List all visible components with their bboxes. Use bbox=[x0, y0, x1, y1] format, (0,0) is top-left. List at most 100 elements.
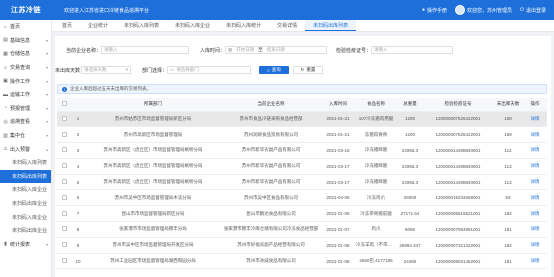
tab-unscanned-in-stats[interactable]: 未扫码入库统计 bbox=[218, 20, 269, 31]
row-checkbox-cell[interactable] bbox=[57, 174, 71, 191]
sidebar-subitem[interactable]: 未扫码入库企业 bbox=[0, 210, 51, 224]
checkbox[interactable] bbox=[61, 242, 67, 248]
checkbox[interactable] bbox=[61, 179, 67, 185]
checkbox[interactable] bbox=[61, 115, 67, 121]
table-cell: 苏州市新华农副产品有限公司 bbox=[221, 158, 321, 175]
sidebar-subitem[interactable]: 未扫码出库企业 bbox=[0, 197, 51, 211]
table-row[interactable]: 1 苏州市姑苏区市场监督管理局新区分局 苏州市食品冷链采购食品经营部 2021-01-… bbox=[57, 111, 547, 128]
row-checkbox-cell[interactable] bbox=[57, 221, 71, 238]
table-cell: 22956.3 bbox=[397, 158, 423, 175]
table-header-row: 所属部门 当前企业名称 入库时间 食品名称 总重量 检验检疫证号 未出库天数 操… bbox=[57, 98, 547, 112]
app-logo[interactable]: 江苏冷链 bbox=[0, 5, 52, 15]
tab-company-stats[interactable]: 企业统计 bbox=[80, 20, 116, 31]
sidebar-item-forecast[interactable]: ◔ 预报管理 ▾ bbox=[0, 102, 51, 116]
select-all-header[interactable] bbox=[57, 98, 71, 112]
search-icon: ⌕ bbox=[267, 67, 270, 73]
table-row[interactable]: 6 苏州市吴中区市场监督管理局木渎分局 苏州市吴中区食品有限公司 2021-04-06… bbox=[57, 189, 547, 207]
checkbox[interactable] bbox=[61, 226, 67, 232]
table-cell: 苏州工业园区市场监督管理局湖西和园分局 bbox=[85, 253, 221, 270]
table-cell: 26994.347 bbox=[397, 237, 423, 254]
cert-input[interactable]: 请输入 bbox=[371, 46, 453, 54]
table-cell: 10 bbox=[71, 253, 85, 270]
tab-unscanned-out-list[interactable]: 未扫码出库列表 bbox=[305, 20, 357, 31]
checkbox[interactable] bbox=[61, 194, 67, 200]
tab-home[interactable]: 首页 bbox=[54, 20, 80, 31]
logout-button[interactable]: ⏻ 退出登录 bbox=[520, 7, 546, 14]
tab-unscanned-in-list[interactable]: 未扫码入库列表 bbox=[116, 20, 167, 31]
sidebar-subitem[interactable]: 未扫码入库列表 bbox=[0, 156, 51, 170]
table-cell: 苏州市姑苏区市场监督管理局新区分局 bbox=[85, 111, 221, 128]
table-row[interactable]: 7 昆山市市场监督管理局新区分局 昆山市鹏达食品有限公司 2021-01-06 冷冻带骨… bbox=[57, 205, 547, 223]
table-row[interactable]: 8 张家港市市场监督管理局锦丰分局 张家港市锦丰冷库仓储有限公司冷冻食品经营部 202… bbox=[57, 221, 547, 238]
row-checkbox-cell[interactable] bbox=[57, 158, 71, 175]
table-cell: 26000 bbox=[397, 189, 423, 207]
row-checkbox-cell[interactable] bbox=[57, 237, 71, 254]
checkbox[interactable] bbox=[61, 101, 67, 107]
chevron-down-icon: ▾ bbox=[45, 92, 48, 98]
company-input[interactable]: 请输入 bbox=[101, 46, 189, 54]
sidebar-subitem[interactable]: 未扫码出库企业 bbox=[0, 224, 51, 238]
tab-bar: 首页 企业统计 未扫码入库列表 未扫码入库企业 未扫码入库统计 交易详情 未扫码… bbox=[52, 20, 554, 32]
row-checkbox-cell[interactable] bbox=[57, 189, 71, 207]
table-row[interactable]: 9 苏州市吴中区市场监督管理局开发区分局 苏州市好福农副产品经营有限公司 2021-0… bbox=[57, 237, 547, 254]
table-row[interactable]: 2 苏州市高新区市场监督管理局 苏州润硕食品贸易有限公司 2021-01-21 冻猪肉脊… bbox=[57, 126, 547, 144]
table-cell: 苏州市吴中区市场监督管理局开发区分局 bbox=[85, 237, 221, 254]
sidebar-item-basic-info[interactable]: ▤ 基础信息 ▾ bbox=[0, 34, 51, 48]
checkbox[interactable] bbox=[61, 163, 67, 169]
checkbox[interactable] bbox=[61, 210, 67, 216]
table-cell: 8 bbox=[71, 221, 85, 238]
search-button[interactable]: ⌕ 查询 bbox=[259, 66, 289, 74]
table-cell: 冷冻猪蹄膀 bbox=[355, 174, 397, 191]
table-row[interactable]: 5 苏州市高新区（虎丘区）市场监督管理局枫桥分局 苏州市新华农副产品有限公司 2021… bbox=[57, 174, 547, 191]
detail-link[interactable]: 详情 bbox=[523, 221, 547, 238]
table-cell: 张家港市市场监督管理局锦丰分局 bbox=[85, 221, 221, 238]
tab-trade-detail[interactable]: 交易详情 bbox=[269, 20, 305, 31]
dept-select[interactable]: ▭ 请选择部门 bbox=[167, 66, 251, 74]
sidebar-subitem-active[interactable]: 未扫码出库列表 bbox=[0, 169, 51, 184]
table-row[interactable]: 4 苏州市高新区（虎丘区）市场监督管理局枫桥分局 苏州市新华农副产品有限公司 2021… bbox=[57, 158, 547, 175]
info-icon: i bbox=[62, 86, 67, 92]
detail-link[interactable]: 详情 bbox=[523, 237, 547, 254]
row-checkbox-cell[interactable] bbox=[57, 126, 71, 144]
sidebar-item-statistics[interactable]: ▮ 统计报表 ▾ bbox=[0, 238, 51, 252]
checkbox[interactable] bbox=[61, 131, 67, 137]
sidebar-item-home[interactable]: ⌂ 首页 bbox=[0, 20, 51, 34]
sidebar-item-trade[interactable]: ⌕ 交易查询 ▾ bbox=[0, 61, 51, 75]
table-cell: 2021-01-07 bbox=[321, 221, 355, 238]
tab-unscanned-in-company[interactable]: 未扫码入库企业 bbox=[167, 20, 218, 31]
sidebar-subitem[interactable]: 未扫码入库企业 bbox=[0, 183, 51, 197]
row-checkbox-cell[interactable] bbox=[57, 253, 71, 270]
detail-link[interactable]: 详情 bbox=[523, 142, 547, 159]
sidebar-item-central[interactable]: ▥ 集中仓 ▾ bbox=[0, 129, 51, 143]
sidebar-item-operation[interactable]: ▣ 操作工作 ▾ bbox=[0, 74, 51, 88]
sidebar-item-warning[interactable]: ⚠ 出入预警 ▴ bbox=[0, 142, 51, 156]
detail-link[interactable]: 详情 bbox=[523, 189, 547, 207]
table-cell: 苏州市冰威食品有限公司 bbox=[221, 253, 321, 270]
detail-link[interactable]: 详情 bbox=[523, 253, 547, 270]
manual-link[interactable]: ● 操作手册 bbox=[422, 7, 447, 14]
reset-button[interactable]: ↻ 重置 bbox=[293, 66, 323, 74]
sidebar-item-transport[interactable]: ▬ 运输工作 ▾ bbox=[0, 88, 51, 102]
date-range-picker[interactable]: ▦ 开始日期 至 结束日期 bbox=[225, 46, 327, 54]
row-checkbox-cell[interactable] bbox=[57, 205, 71, 223]
bell-icon: ● bbox=[421, 7, 425, 13]
days-select[interactable]: 请选择天数 ▾ bbox=[81, 66, 131, 74]
detail-link[interactable]: 详情 bbox=[523, 111, 547, 128]
sidebar-item-trace[interactable]: ◎ 追溯查看 ▾ bbox=[0, 115, 51, 129]
detail-link[interactable]: 详情 bbox=[523, 158, 547, 175]
table-cell: 120000008031452001 bbox=[423, 253, 493, 270]
table-row[interactable]: 3 苏州市高新区（虎丘区）市场监督管理局枫桥分局 苏州市新华农副产品有限公司 2021… bbox=[57, 142, 547, 159]
detail-link[interactable]: 详情 bbox=[523, 205, 547, 223]
checkbox[interactable] bbox=[61, 147, 67, 153]
detail-link[interactable]: 详情 bbox=[523, 174, 547, 191]
table-cell: 2021-04-06 bbox=[321, 189, 355, 207]
table-row[interactable]: 10 苏州工业园区市场监督管理局湖西和园分局 苏州市冰威食品有限公司 2021-01-… bbox=[57, 253, 547, 270]
row-checkbox-cell[interactable] bbox=[57, 111, 71, 128]
table-header: 食品名称 bbox=[355, 98, 397, 112]
checkbox[interactable] bbox=[61, 258, 67, 264]
table-cell: 2021-01-08 bbox=[321, 253, 355, 270]
row-checkbox-cell[interactable] bbox=[57, 142, 71, 159]
detail-link[interactable]: 详情 bbox=[523, 126, 547, 144]
sidebar-item-storage[interactable]: ▦ 仓储信息 ▾ bbox=[0, 47, 51, 61]
user-menu[interactable]: 欢迎您，苏州管理员 bbox=[455, 5, 512, 15]
